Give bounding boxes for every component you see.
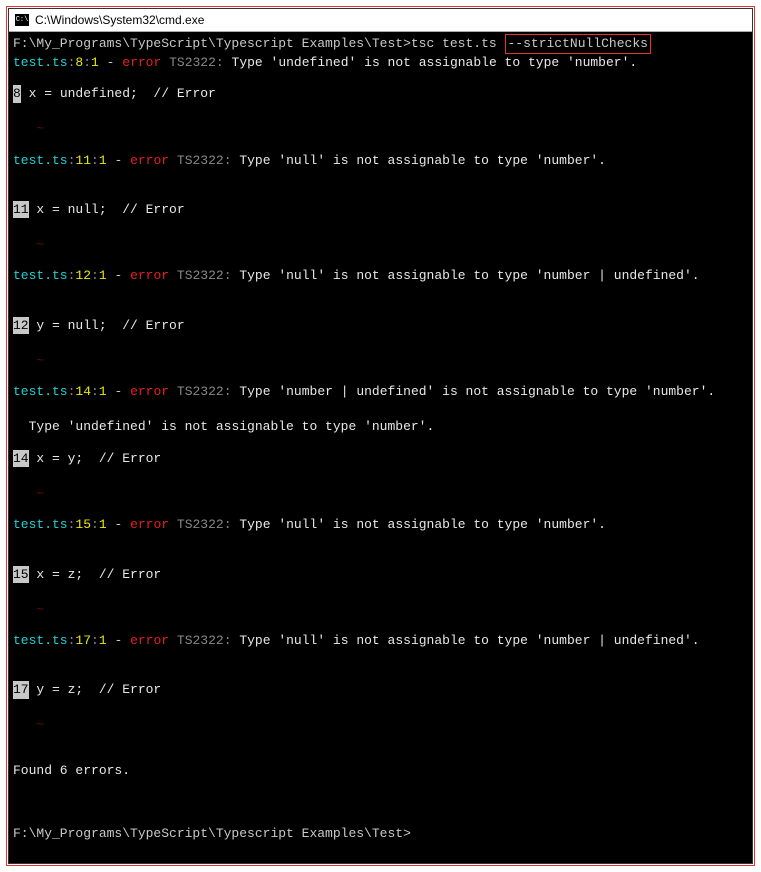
error-msg: Type 'number | undefined' is not assigna… [239,384,715,399]
caret-tilde: ~ [36,121,44,136]
file-ref: test.ts [13,153,68,168]
outer-frame: C:\ C:\Windows\System32\cmd.exe F:\My_Pr… [6,6,755,866]
error-code: TS2322 [169,55,216,70]
error-msg: Type 'null' is not assignable to type 'n… [239,153,606,168]
error-msg: Type 'undefined' is not assignable to ty… [232,55,638,70]
summary: Found 6 errors. [13,762,748,780]
caret-tilde: ~ [36,717,44,732]
caret-tilde: ~ [36,602,44,617]
error-word: error [122,55,161,70]
file-ref: test.ts [13,55,68,70]
source-line: y = z; // Error [29,682,162,697]
caret-tilde: ~ [36,486,44,501]
titlebar[interactable]: C:\ C:\Windows\System32\cmd.exe [9,9,752,32]
source-line: x = undefined; // Error [21,86,216,101]
window-title: C:\Windows\System32\cmd.exe [35,13,204,27]
source-line: x = y; // Error [29,451,162,466]
col-ref: 1 [91,55,99,70]
colon: : [216,55,232,70]
terminal-area[interactable]: F:\My_Programs\TypeScript\Typescript Exa… [9,32,752,863]
error-msg: Type 'null' is not assignable to type 'n… [239,268,699,283]
cmd-icon: C:\ [15,14,29,26]
error-extra: Type 'undefined' is not assignable to ty… [13,419,434,434]
source-line: x = z; // Error [29,567,162,582]
source-line-num: 8 [13,85,21,103]
dash: - [99,55,122,70]
colon: : [83,55,91,70]
error-msg: Type 'null' is not assignable to type 'n… [239,633,699,648]
error-msg: Type 'null' is not assignable to type 'n… [239,517,606,532]
highlighted-flag: --strictNullChecks [505,34,651,54]
caret-tilde: ~ [36,353,44,368]
source-line-num: 17 [13,681,29,699]
caret-tilde: ~ [36,237,44,252]
prompt: F:\My_Programs\TypeScript\Typescript Exa… [13,36,411,51]
cmd-text: tsc test.ts [411,36,505,51]
cmd-window: C:\ C:\Windows\System32\cmd.exe F:\My_Pr… [8,8,753,864]
prompt: F:\My_Programs\TypeScript\Typescript Exa… [13,825,748,843]
source-line-num: 15 [13,566,29,584]
source-line-num: 11 [13,201,29,219]
source-line-num: 14 [13,450,29,468]
source-line: y = null; // Error [29,318,185,333]
source-line: x = null; // Error [29,202,185,217]
source-line-num: 12 [13,317,29,335]
